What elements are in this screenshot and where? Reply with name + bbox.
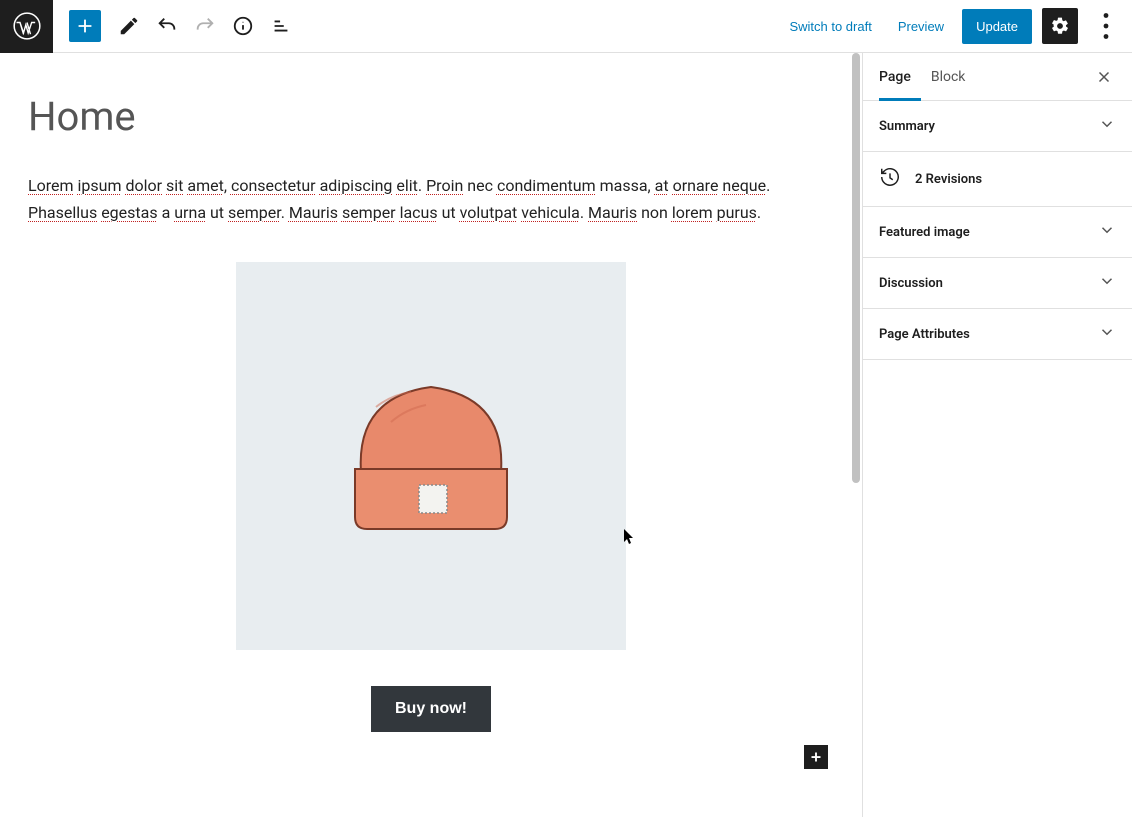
settings-icon-button[interactable]: [1042, 8, 1078, 44]
panel-label: Page Attributes: [879, 327, 970, 342]
buy-now-button[interactable]: Buy now!: [371, 686, 491, 732]
panel-label: Featured image: [879, 225, 970, 240]
settings-sidebar: Page Block Summary 2 Revisions Featured …: [862, 53, 1132, 817]
main-area: Home Lorem ipsum dolor sit amet, consect…: [0, 53, 1132, 817]
close-sidebar-button[interactable]: [1092, 65, 1116, 89]
paragraph-block[interactable]: Lorem ipsum dolor sit amet, consectetur …: [28, 172, 828, 226]
beanie-illustration: [331, 337, 531, 557]
top-actions: Switch to draft Preview Update: [781, 8, 1124, 44]
page-title[interactable]: Home: [28, 93, 834, 140]
image-block[interactable]: [236, 262, 626, 650]
preview-button[interactable]: Preview: [890, 13, 952, 40]
panel-label: Discussion: [879, 276, 943, 291]
sidebar-tabs: Page Block: [863, 53, 1132, 101]
switch-to-draft-button[interactable]: Switch to draft: [781, 13, 879, 40]
editor-canvas[interactable]: Home Lorem ipsum dolor sit amet, consect…: [0, 53, 862, 817]
add-block-button[interactable]: [69, 10, 101, 42]
chevron-down-icon: [1098, 323, 1116, 345]
panel-summary[interactable]: Summary: [863, 101, 1132, 152]
panel-discussion[interactable]: Discussion: [863, 258, 1132, 309]
outline-button[interactable]: [263, 8, 299, 44]
panel-label: Summary: [879, 119, 935, 134]
panel-page-attributes[interactable]: Page Attributes: [863, 309, 1132, 360]
edit-tool-button[interactable]: [111, 8, 147, 44]
chevron-down-icon: [1098, 272, 1116, 294]
panel-revisions[interactable]: 2 Revisions: [863, 152, 1132, 207]
redo-button[interactable]: [187, 8, 223, 44]
wordpress-logo[interactable]: [0, 0, 53, 53]
info-button[interactable]: [225, 8, 261, 44]
update-button[interactable]: Update: [962, 9, 1032, 44]
tab-block[interactable]: Block: [921, 53, 976, 100]
inline-add-block-button[interactable]: [804, 745, 828, 769]
toolbar-tools: [53, 8, 299, 44]
chevron-down-icon: [1098, 221, 1116, 243]
more-options-button[interactable]: [1088, 8, 1124, 44]
top-toolbar: Switch to draft Preview Update: [0, 0, 1132, 53]
undo-button[interactable]: [149, 8, 185, 44]
editor-scrollbar[interactable]: [850, 53, 862, 817]
chevron-down-icon: [1098, 115, 1116, 137]
history-icon: [879, 166, 901, 192]
panel-label: 2 Revisions: [915, 172, 982, 187]
panel-featured-image[interactable]: Featured image: [863, 207, 1132, 258]
tab-page[interactable]: Page: [879, 53, 921, 100]
